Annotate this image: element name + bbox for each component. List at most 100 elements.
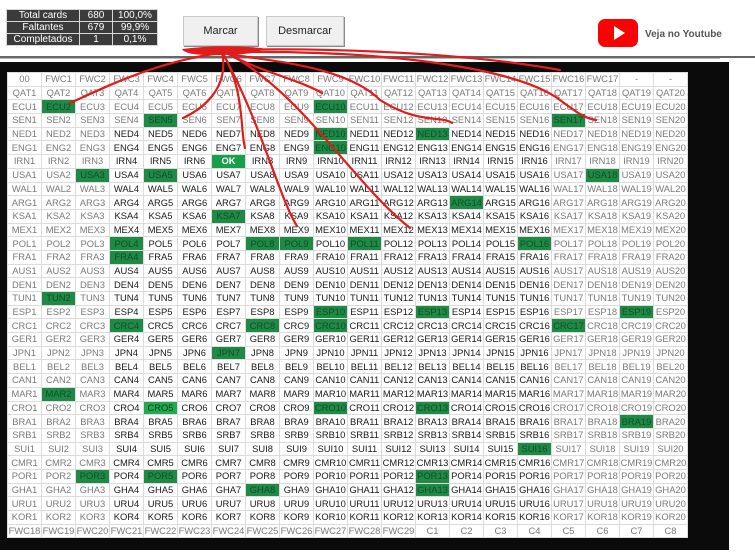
- card-cell[interactable]: CMR5: [143, 455, 178, 470]
- card-cell[interactable]: SRB3: [75, 427, 110, 443]
- card-cell[interactable]: KSA15: [483, 208, 518, 224]
- youtube-link[interactable]: Veja no Youtube: [645, 29, 722, 40]
- card-cell[interactable]: GER13: [415, 332, 450, 347]
- card-cell[interactable]: IRN8: [245, 154, 280, 169]
- grid-cell[interactable]: FWC16: [551, 72, 586, 87]
- card-cell[interactable]: AUS6: [177, 263, 212, 279]
- card-cell[interactable]: GHA4: [109, 482, 144, 498]
- grid-cell[interactable]: C4: [517, 523, 552, 539]
- grid-cell[interactable]: FWC24: [211, 523, 246, 539]
- card-cell[interactable]: WAL9: [279, 181, 314, 197]
- card-cell[interactable]: AUS7: [211, 263, 246, 279]
- card-cell[interactable]: QAT4: [109, 85, 144, 101]
- card-cell[interactable]: BRA7: [211, 414, 246, 429]
- card-cell[interactable]: CRC18: [585, 318, 620, 334]
- card-cell[interactable]: QAT10: [313, 85, 348, 101]
- card-cell[interactable]: SEN1: [7, 113, 42, 128]
- card-cell[interactable]: ARG13: [415, 195, 450, 210]
- card-cell[interactable]: BEL1: [7, 359, 42, 375]
- card-cell[interactable]: MEX1: [7, 222, 42, 238]
- card-cell[interactable]: POL13: [415, 236, 450, 251]
- card-cell[interactable]: ARG9: [279, 195, 314, 210]
- card-cell[interactable]: CMR1: [7, 455, 42, 470]
- card-cell[interactable]: POR19: [619, 468, 654, 484]
- card-cell[interactable]: SEN8: [245, 113, 280, 128]
- card-cell[interactable]: TUN14: [449, 291, 484, 306]
- card-cell[interactable]: TUN4: [109, 291, 144, 306]
- card-cell[interactable]: USA1: [7, 167, 42, 183]
- card-cell[interactable]: ARG16: [517, 195, 552, 210]
- card-cell[interactable]: DEN20: [653, 277, 688, 292]
- card-cell[interactable]: WAL10: [313, 181, 348, 197]
- card-cell[interactable]: CAN2: [41, 373, 76, 388]
- card-cell[interactable]: MEX18: [585, 222, 620, 238]
- card-cell[interactable]: BEL8: [245, 359, 280, 375]
- card-cell[interactable]: ARG8: [245, 195, 280, 210]
- card-cell[interactable]: ARG3: [75, 195, 110, 210]
- card-cell[interactable]: BRA13: [415, 414, 450, 429]
- card-cell[interactable]: POR4: [109, 468, 144, 484]
- card-cell[interactable]: FRA20: [653, 249, 688, 265]
- card-cell[interactable]: USA2: [41, 167, 76, 183]
- card-cell[interactable]: CMR9: [279, 455, 314, 470]
- card-cell[interactable]: SRB12: [381, 427, 416, 443]
- card-cell[interactable]: SRB8: [245, 427, 280, 443]
- card-cell[interactable]: SRB20: [653, 427, 688, 443]
- card-cell[interactable]: QAT18: [585, 85, 620, 101]
- card-cell-marked[interactable]: CRC4: [109, 318, 144, 334]
- card-cell[interactable]: ARG7: [211, 195, 246, 210]
- card-cell[interactable]: ESP5: [143, 304, 178, 320]
- grid-cell[interactable]: FWC14: [483, 72, 518, 87]
- card-cell[interactable]: KSA18: [585, 208, 620, 224]
- grid-cell[interactable]: FWC18: [7, 523, 42, 539]
- card-cell[interactable]: DEN17: [551, 277, 586, 292]
- card-cell-marked[interactable]: ENG10: [313, 140, 348, 156]
- card-cell[interactable]: FRA7: [211, 249, 246, 265]
- card-cell[interactable]: ECU1: [7, 99, 42, 115]
- grid-cell[interactable]: FWC5: [177, 72, 212, 87]
- card-cell-marked[interactable]: CRC17: [551, 318, 586, 334]
- card-cell[interactable]: WAL4: [109, 181, 144, 197]
- card-cell[interactable]: ENG4: [109, 140, 144, 156]
- card-cell-marked[interactable]: GHA13: [415, 482, 450, 498]
- card-cell[interactable]: CMR6: [177, 455, 212, 470]
- card-cell-marked[interactable]: POL8: [245, 236, 280, 251]
- card-cell[interactable]: KOR11: [347, 510, 382, 525]
- card-cell[interactable]: USA4: [109, 167, 144, 183]
- card-cell[interactable]: BEL6: [177, 359, 212, 375]
- card-cell[interactable]: SRB4: [109, 427, 144, 443]
- card-cell[interactable]: ESP6: [177, 304, 212, 320]
- card-cell[interactable]: ESP3: [75, 304, 110, 320]
- grid-cell[interactable]: FWC15: [517, 72, 552, 87]
- card-cell[interactable]: KOR13: [415, 510, 450, 525]
- card-cell[interactable]: NED12: [381, 126, 416, 142]
- card-cell[interactable]: SUI15: [483, 441, 518, 457]
- card-cell[interactable]: KOR10: [313, 510, 348, 525]
- card-cell-marked[interactable]: FRA4: [109, 249, 144, 265]
- card-cell[interactable]: GER17: [551, 332, 586, 347]
- card-cell-marked[interactable]: GHA8: [245, 482, 280, 498]
- card-cell[interactable]: IRN2: [41, 154, 76, 169]
- card-cell[interactable]: GHA20: [653, 482, 688, 498]
- card-cell[interactable]: CRO2: [41, 400, 76, 416]
- card-cell[interactable]: MAR1: [7, 386, 42, 402]
- card-cell[interactable]: NED6: [177, 126, 212, 142]
- card-cell[interactable]: DEN7: [211, 277, 246, 292]
- card-cell[interactable]: KSA10: [313, 208, 348, 224]
- grid-cell[interactable]: -: [653, 72, 688, 87]
- card-cell[interactable]: URU5: [143, 496, 178, 511]
- card-cell[interactable]: POR9: [279, 468, 314, 484]
- card-cell[interactable]: DEN8: [245, 277, 280, 292]
- card-cell[interactable]: NED16: [517, 126, 552, 142]
- card-cell[interactable]: BRA10: [313, 414, 348, 429]
- card-cell[interactable]: GER15: [483, 332, 518, 347]
- card-cell[interactable]: GER7: [211, 332, 246, 347]
- card-cell[interactable]: ARG1: [7, 195, 42, 210]
- card-cell[interactable]: IRN19: [619, 154, 654, 169]
- card-cell[interactable]: DEN12: [381, 277, 416, 292]
- grid-cell[interactable]: FWC21: [109, 523, 144, 539]
- card-cell[interactable]: QAT9: [279, 85, 314, 101]
- card-cell[interactable]: WAL20: [653, 181, 688, 197]
- card-cell[interactable]: DEN6: [177, 277, 212, 292]
- card-cell[interactable]: MAR4: [109, 386, 144, 402]
